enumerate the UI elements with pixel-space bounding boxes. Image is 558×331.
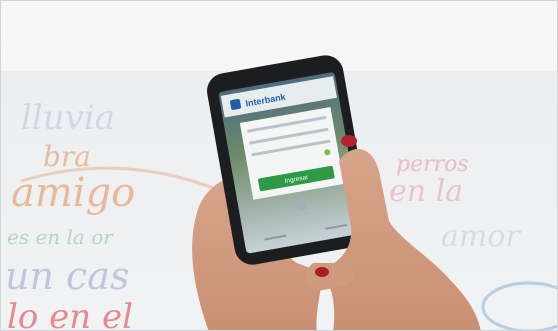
wall-top-blur bbox=[1, 1, 557, 71]
photo-scene: lluvia bra amigo es en la or un cas lo e… bbox=[1, 1, 557, 331]
wall-word-un-cas: un cas bbox=[5, 254, 129, 298]
wall-word-perros: perros bbox=[396, 152, 469, 177]
bank-logo-icon bbox=[230, 98, 242, 110]
wall-word-amor: amor bbox=[441, 219, 521, 254]
wall-word-lluvia: lluvia bbox=[21, 98, 115, 138]
photo-frame: lluvia bra amigo es en la or un cas lo e… bbox=[0, 0, 558, 331]
wall-word-en-la: en la bbox=[389, 174, 463, 209]
wall-word-amigo: amigo bbox=[11, 170, 135, 216]
wall-word-lo-en-el: lo en el bbox=[7, 297, 133, 331]
wall-word-es-en-la-or: es en la or bbox=[7, 225, 114, 249]
right-index-nail bbox=[341, 135, 357, 147]
right-finger-nail bbox=[315, 267, 329, 277]
